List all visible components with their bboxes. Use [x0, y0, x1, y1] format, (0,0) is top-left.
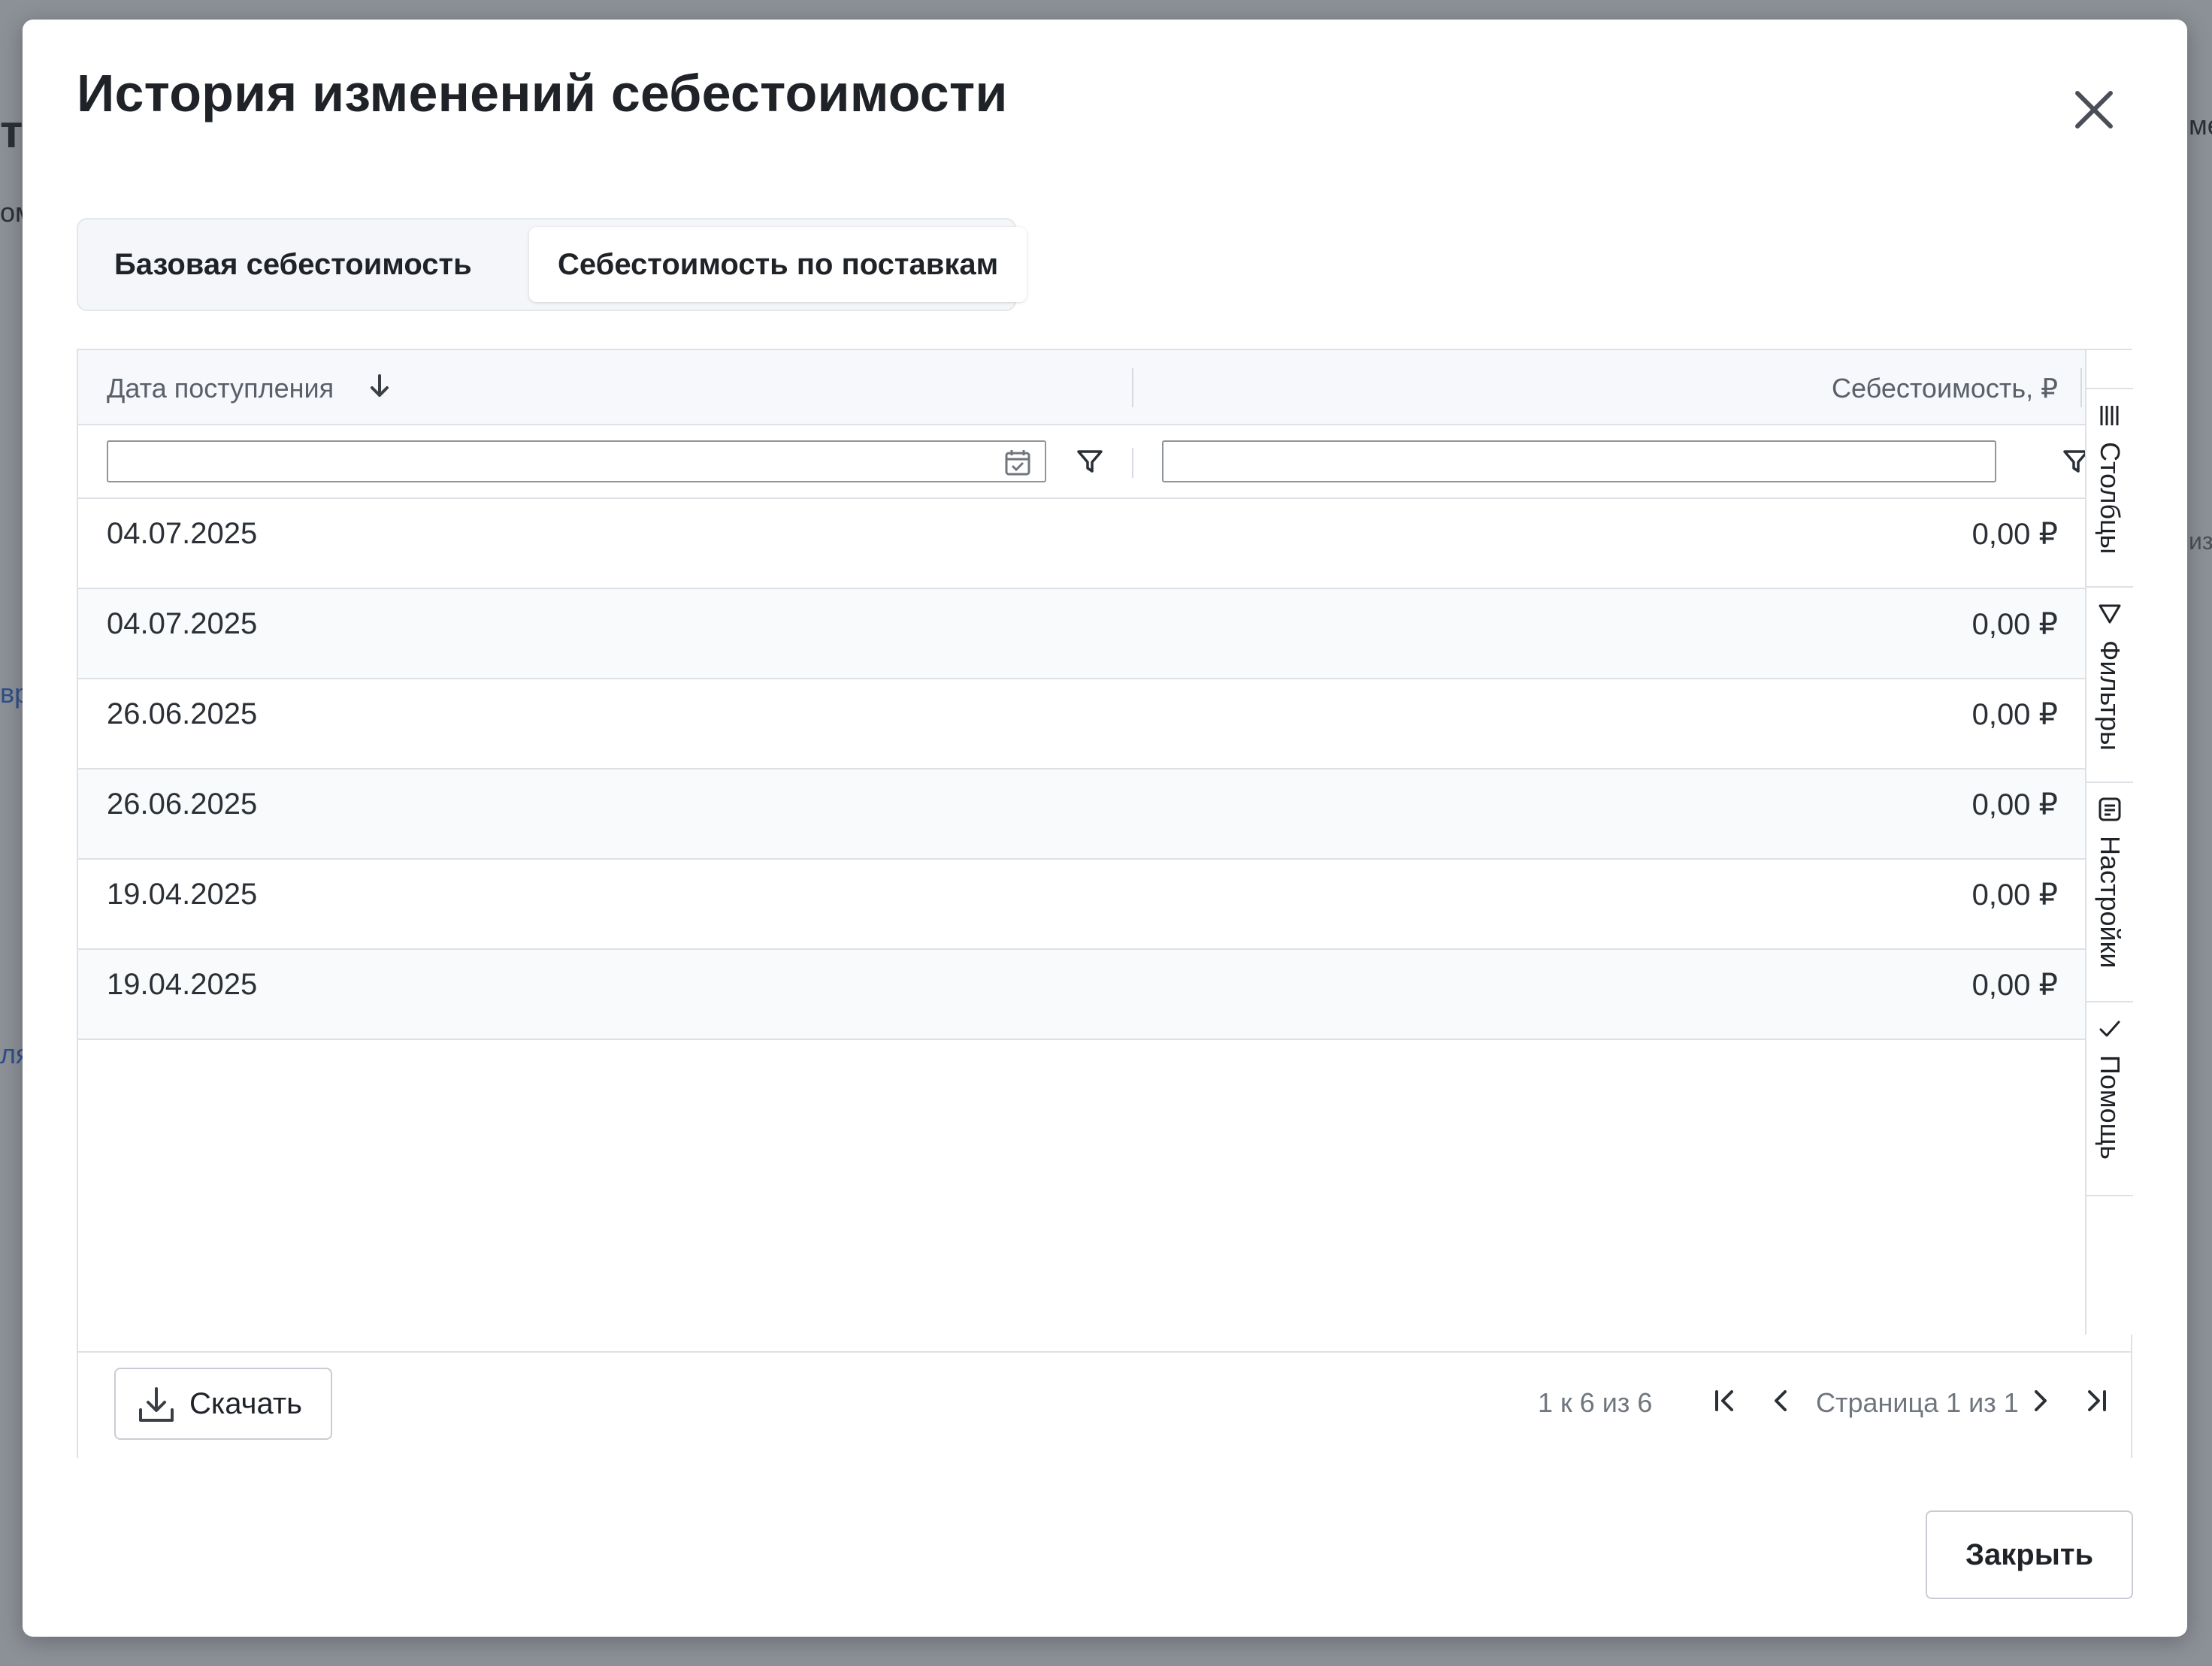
cell-cost: 0,00 ₽ — [1971, 698, 2058, 731]
side-tab-label: Столбцы — [2095, 442, 2126, 555]
side-tab-label: Настройки — [2095, 836, 2126, 969]
column-resize-handle[interactable] — [2080, 368, 2082, 407]
column-separator — [1132, 448, 1133, 478]
background-fragment: из — [2189, 528, 2212, 555]
table-row[interactable]: 04.07.2025 0,00 ₽ — [78, 589, 2085, 679]
side-tab-label: Помощь — [2095, 1055, 2126, 1160]
grid-footer: Скачать 1 к 6 из 6 Страница 1 из 1 — [78, 1351, 2131, 1458]
side-tab-label: Фильтры — [2095, 640, 2126, 751]
download-icon — [139, 1387, 174, 1422]
table-row[interactable]: 19.04.2025 0,00 ₽ — [78, 860, 2085, 950]
close-icon[interactable] — [2064, 80, 2124, 140]
filter-row — [78, 425, 2089, 499]
columns-icon — [2100, 406, 2119, 425]
modal-title: История изменений себестоимости — [77, 64, 1008, 122]
table-row[interactable]: 19.04.2025 0,00 ₽ — [78, 950, 2085, 1040]
tab-base-cost[interactable]: Базовая себестоимость — [86, 227, 501, 302]
check-icon — [2099, 1020, 2120, 1037]
next-page-icon[interactable] — [2023, 1384, 2056, 1417]
table-row[interactable]: 26.06.2025 0,00 ₽ — [78, 679, 2085, 770]
side-tab-settings[interactable]: Настройки — [2086, 782, 2133, 1002]
cost-grid: Дата поступления Себестоимость, ₽ 04.07.… — [77, 349, 2133, 1458]
cell-date: 26.06.2025 — [107, 697, 258, 730]
sort-desc-icon[interactable] — [368, 373, 391, 400]
cell-cost: 0,00 ₽ — [1971, 878, 2058, 912]
cell-cost: 0,00 ₽ — [1971, 969, 2058, 1002]
cost-history-modal: История изменений себестоимости Базовая … — [23, 20, 2187, 1637]
cell-cost: 0,00 ₽ — [1971, 608, 2058, 641]
cell-cost: 0,00 ₽ — [1971, 788, 2058, 821]
side-tab-filters[interactable]: Фильтры — [2086, 586, 2133, 783]
cell-date: 19.04.2025 — [107, 878, 258, 911]
cost-filter-input[interactable] — [1162, 440, 1996, 482]
cell-cost: 0,00 ₽ — [1971, 518, 2058, 551]
background-fragment: ме — [2189, 110, 2212, 141]
table-row[interactable]: 26.06.2025 0,00 ₽ — [78, 770, 2085, 860]
cell-date: 04.07.2025 — [107, 607, 258, 640]
cell-date: 04.07.2025 — [107, 517, 258, 550]
filter-icon — [2099, 604, 2121, 624]
close-button[interactable]: Закрыть — [1926, 1510, 2133, 1599]
cell-date: 19.04.2025 — [107, 968, 258, 1001]
grid-side-panel: Столбцы Фильтры Настройки Помощь — [2085, 350, 2133, 1335]
table-row[interactable]: 04.07.2025 0,00 ₽ — [78, 499, 2085, 589]
first-page-icon[interactable] — [1709, 1384, 1742, 1417]
background-fragment: т — [0, 106, 23, 158]
side-tab-help[interactable]: Помощь — [2086, 1001, 2133, 1196]
download-label: Скачать — [189, 1387, 302, 1420]
column-header-date[interactable]: Дата поступления — [107, 373, 334, 404]
download-button[interactable]: Скачать — [114, 1368, 332, 1440]
last-page-icon[interactable] — [2079, 1384, 2112, 1417]
page-indicator: Страница 1 из 1 — [1816, 1387, 2019, 1418]
settings-icon — [2099, 797, 2121, 821]
tab-switcher: Базовая себестоимость Себестоимость по п… — [77, 218, 1027, 311]
grid-rows: 04.07.2025 0,00 ₽ 04.07.2025 0,00 ₽ 26.0… — [78, 499, 2085, 1040]
cell-date: 26.06.2025 — [107, 788, 258, 821]
date-filter-input[interactable] — [107, 440, 1046, 482]
calendar-icon[interactable] — [1003, 448, 1033, 478]
filter-icon[interactable] — [1075, 446, 1105, 476]
side-tab-columns[interactable]: Столбцы — [2086, 388, 2133, 588]
row-count: 1 к 6 из 6 — [1538, 1387, 1653, 1418]
grid-header: Дата поступления Себестоимость, ₽ — [78, 350, 2085, 425]
tab-supply-cost[interactable]: Себестоимость по поставкам — [529, 227, 1027, 302]
column-resize-handle[interactable] — [1132, 368, 1133, 407]
column-header-cost[interactable]: Себестоимость, ₽ — [1832, 373, 2058, 404]
prev-page-icon[interactable] — [1765, 1384, 1798, 1417]
